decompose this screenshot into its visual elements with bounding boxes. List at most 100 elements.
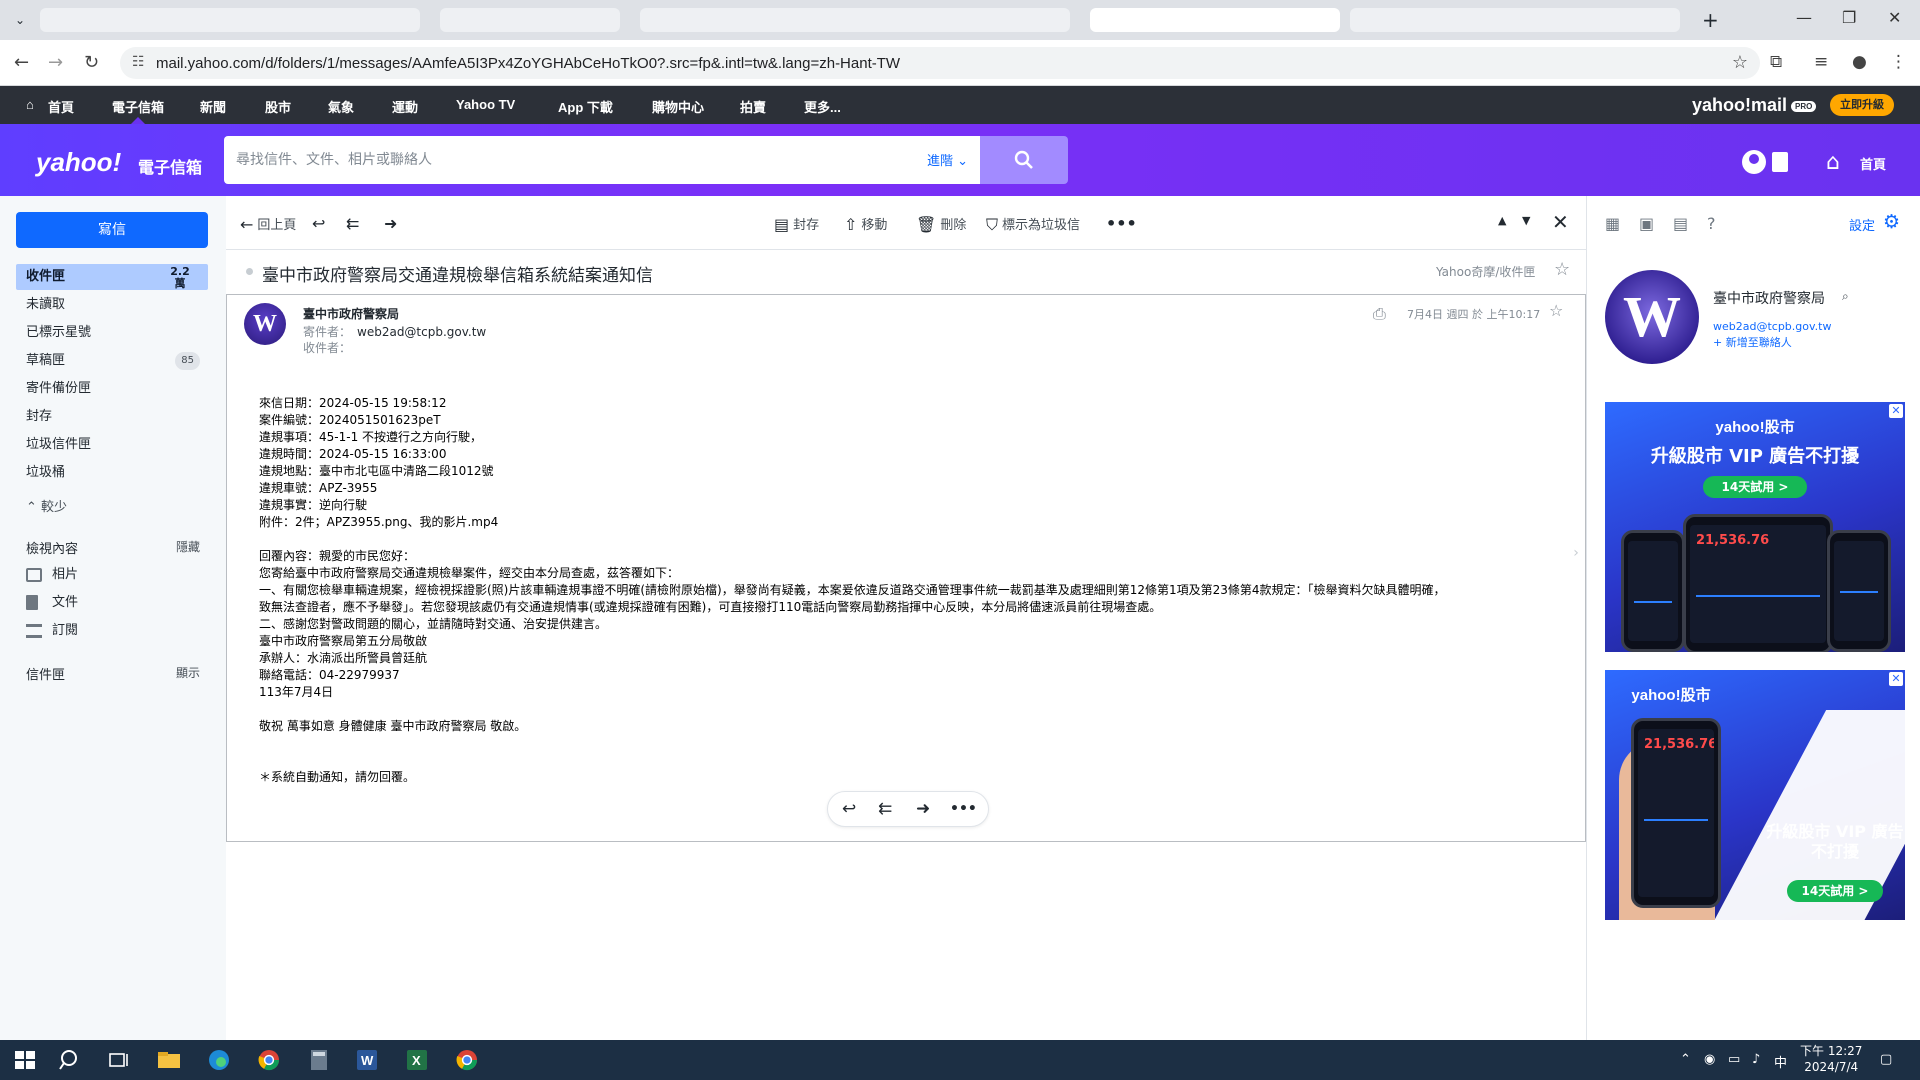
profile-icon[interactable]: ● [1852, 52, 1867, 72]
ad-banner[interactable]: ✕ yahoo!股市 21,536.76 升級股市 VIP 廣告不打擾 14天試… [1605, 670, 1905, 920]
nav-item-mail[interactable]: 電子信箱 [112, 97, 164, 116]
ad-banner[interactable]: ✕ yahoo!股市 升級股市 VIP 廣告不打擾 14天試用 > 21,536… [1605, 402, 1905, 652]
bookmark-star-icon[interactable]: ☆ [1732, 52, 1748, 73]
nav-item-weather[interactable]: 氣象 [328, 97, 354, 116]
more-actions-icon[interactable]: ••• [1106, 214, 1137, 233]
mark-spam-button[interactable]: ⛉ 標示為垃圾信 [986, 214, 1080, 235]
archive-button[interactable]: ▤ 封存 [774, 214, 819, 234]
word-icon[interactable]: W [354, 1048, 380, 1072]
sender-name[interactable]: 臺中市政府警察局 [303, 305, 399, 322]
ad-cta-button[interactable]: 14天試用 > [1787, 880, 1883, 902]
chrome-icon[interactable] [256, 1048, 282, 1072]
nav-item-yahoo-tv[interactable]: Yahoo TV [456, 97, 515, 112]
reply-icon[interactable]: ↩ [842, 799, 856, 819]
notepad-icon[interactable]: ▤ [1673, 214, 1688, 233]
notification-center-icon[interactable]: ▢ [1880, 1052, 1892, 1067]
sender-avatar[interactable]: W [244, 303, 286, 345]
reload-icon[interactable]: ↻ [84, 52, 99, 73]
media-icon[interactable]: ≡ [1814, 52, 1828, 72]
tray-chevron-icon[interactable]: ⌃ [1680, 1052, 1691, 1067]
advanced-search-button[interactable]: 進階 ⌄ [927, 150, 968, 169]
nav-item-news[interactable]: 新聞 [200, 97, 226, 116]
from-email[interactable]: web2ad@tcpb.gov.tw [357, 325, 486, 339]
site-info-icon[interactable]: ☷ [132, 54, 145, 70]
close-ad-icon[interactable]: ✕ [1889, 672, 1903, 686]
nav-item-app[interactable]: App 下載 [558, 97, 613, 116]
folder-sent[interactable]: 寄件備份匣 [16, 376, 208, 402]
contact-email[interactable]: web2ad@tcpb.gov.tw [1713, 320, 1831, 333]
folder-drafts[interactable]: 草稿匣 85 [16, 348, 208, 374]
reply-all-icon[interactable]: ⇇ [878, 799, 892, 819]
more-icon[interactable]: ••• [950, 801, 977, 817]
print-icon[interactable]: ⎙ [1373, 304, 1386, 324]
show-less-toggle[interactable]: ⌃ 較少 [26, 496, 67, 515]
contacts-icon[interactable]: ▦ [1605, 214, 1620, 233]
nav-home-icon[interactable]: ⌂ [26, 97, 34, 112]
gear-icon[interactable]: ⚙ [1883, 211, 1900, 233]
views-hide-button[interactable]: 隱藏 [176, 538, 200, 555]
start-icon[interactable] [12, 1048, 38, 1072]
forward-icon[interactable]: ➜ [916, 799, 930, 819]
edge-icon[interactable] [206, 1048, 232, 1072]
calendar-icon[interactable]: ▣ [1639, 214, 1654, 233]
search-button[interactable] [980, 136, 1068, 184]
reply-all-button[interactable]: ⇇ [346, 214, 363, 233]
folder-spam[interactable]: 垃圾信件匣 [16, 432, 208, 458]
folder-inbox[interactable]: 收件匣 2.2 萬 [16, 264, 208, 290]
forward-button[interactable]: ➜ [384, 214, 401, 233]
message-star-icon[interactable]: ☆ [1549, 301, 1563, 320]
chrome-active-icon[interactable] [454, 1048, 480, 1072]
nav-item-shopping[interactable]: 購物中心 [652, 97, 704, 116]
nav-item-more[interactable]: 更多... [804, 97, 841, 116]
excel-icon[interactable]: X [404, 1048, 430, 1072]
view-subscriptions[interactable]: 訂閱 [26, 619, 78, 638]
calculator-icon[interactable] [306, 1048, 332, 1072]
minimize-icon[interactable]: — [1796, 8, 1812, 27]
nav-item-stocks[interactable]: 股市 [265, 97, 291, 116]
browser-tab[interactable] [1350, 8, 1680, 32]
network-icon[interactable]: ▭ [1728, 1052, 1740, 1067]
help-icon[interactable]: ? [1707, 214, 1716, 233]
system-clock[interactable]: 下午 12:27 2024/7/4 [1800, 1043, 1862, 1075]
browser-tab-active[interactable] [1090, 8, 1340, 32]
nav-item-auction[interactable]: 拍賣 [740, 97, 766, 116]
browser-tab[interactable] [40, 8, 420, 32]
browser-menu-icon[interactable]: ⋮ [1890, 52, 1907, 72]
nav-item-home[interactable]: 首頁 [48, 97, 74, 116]
folder-trash[interactable]: 垃圾桶 [16, 460, 208, 486]
search-contact-icon[interactable]: ⌕ [1842, 289, 1849, 304]
search-icon[interactable] [58, 1048, 84, 1072]
home-link[interactable]: 首頁 [1860, 154, 1886, 173]
new-tab-button[interactable]: + [1702, 8, 1719, 32]
forward-icon[interactable]: → [48, 52, 63, 73]
tab-search-button[interactable]: ⌄ [10, 10, 30, 30]
task-view-icon[interactable] [106, 1048, 132, 1072]
folder-unread[interactable]: 未讀取 [16, 292, 208, 318]
ad-cta-button[interactable]: 14天試用 > [1703, 476, 1807, 498]
account-avatar[interactable] [1742, 150, 1766, 174]
add-contact-link[interactable]: + 新增至聯絡人 [1713, 334, 1792, 350]
close-window-icon[interactable]: ✕ [1888, 8, 1901, 27]
browser-tab[interactable] [440, 8, 620, 32]
view-photos[interactable]: 相片 [26, 563, 78, 582]
reply-button[interactable]: ↩ [312, 214, 329, 233]
move-button[interactable]: ⇧ 移動 [844, 214, 887, 234]
folder-starred[interactable]: 已標示星號 [16, 320, 208, 346]
browser-tab[interactable] [640, 8, 1070, 32]
yahoo-logo[interactable]: yahoo! [36, 147, 121, 178]
input-method-indicator[interactable]: 中 [1774, 1052, 1787, 1071]
upgrade-button[interactable]: 立即升級 [1830, 94, 1894, 116]
nav-item-sports[interactable]: 運動 [392, 97, 418, 116]
read-status-dot[interactable] [246, 268, 253, 275]
close-message-icon[interactable]: ✕ [1552, 210, 1569, 234]
search-input[interactable] [236, 148, 836, 172]
star-icon[interactable]: ☆ [1554, 259, 1570, 280]
compose-button[interactable]: 寫信 [16, 212, 208, 248]
delete-button[interactable]: 🗑 刪除 [916, 214, 966, 234]
folder-breadcrumb[interactable]: Yahoo奇摩/收件匣 [1436, 263, 1535, 280]
previous-message-icon[interactable]: ▲ [1498, 214, 1506, 227]
home-icon[interactable]: ⌂ [1826, 150, 1840, 175]
back-icon[interactable]: ← [14, 52, 29, 73]
folders-show-button[interactable]: 顯示 [176, 664, 200, 681]
restore-icon[interactable]: ❐ [1842, 8, 1856, 27]
